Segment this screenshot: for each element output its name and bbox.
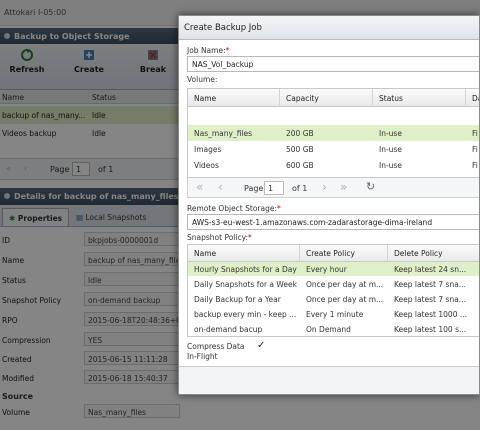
next-page-icon[interactable]: ›: [322, 180, 327, 194]
volume-status: In-use: [379, 145, 402, 154]
required-mark: *: [225, 46, 230, 55]
compress-checkbox[interactable]: ✓: [257, 341, 267, 351]
policy-name[interactable]: Hourly Snapshots for a Day: [188, 262, 300, 276]
volume-status: In-use: [379, 161, 402, 170]
label-text: Snapshot Policy:: [187, 233, 248, 242]
page-of: of 1: [292, 184, 308, 193]
volume-name[interactable]: Nas_many_files: [188, 126, 252, 140]
last-page-icon[interactable]: »: [340, 180, 347, 194]
volume-date: Fi: [472, 129, 478, 138]
remote-storage-label: Remote Object Storage:*: [187, 204, 281, 213]
policy-delete: Keep latest 100 s...: [394, 325, 467, 334]
volume-capacity: 200 GB: [286, 129, 314, 138]
job-name-input[interactable]: NAS_Vol_backup: [187, 56, 479, 72]
refresh-icon[interactable]: ↻: [366, 180, 375, 193]
volume-name[interactable]: Videos: [188, 158, 219, 172]
volume-capacity: 600 GB: [286, 161, 314, 170]
policy-create: Every hour: [306, 265, 347, 274]
col-capacity[interactable]: Capacity: [280, 89, 373, 107]
policy-delete: Keep latest 7 sna...: [394, 280, 466, 289]
col-status[interactable]: Status: [373, 89, 466, 107]
col-create-policy[interactable]: Create Policy: [300, 245, 388, 262]
required-mark: *: [248, 233, 252, 242]
policy-create: Once per day at m...: [306, 295, 384, 304]
policy-grid: Name Create Policy Delete Policy Hourly …: [187, 244, 479, 337]
policy-name[interactable]: on-demand bacup: [188, 322, 300, 336]
volume-date: Fi: [472, 145, 478, 154]
remote-storage-input[interactable]: AWS-s3-eu-west-1.amazonaws.com-zadarasto…: [187, 214, 479, 230]
dialog-title: Create Backup Job: [179, 16, 479, 40]
compress-label: Compress Data In-Flight: [187, 342, 245, 361]
col-delete-policy[interactable]: Delete Policy: [388, 245, 479, 262]
job-name-label: Job Name:*: [187, 46, 229, 55]
label-text: Job Name:: [187, 46, 226, 55]
volume-name[interactable]: Images: [188, 142, 221, 156]
col-name[interactable]: Name: [188, 245, 300, 262]
volume-capacity: 500 GB: [286, 145, 314, 154]
policy-delete: Keep latest 7 sna...: [394, 295, 466, 304]
policy-delete: Keep latest 1000 ...: [394, 310, 468, 319]
snapshot-policy-label: Snapshot Policy:*: [187, 233, 252, 242]
required-mark: *: [277, 204, 281, 213]
col-date[interactable]: Da: [466, 89, 479, 107]
volume-pager: « ‹ Page 1 of 1 › » ↻: [187, 178, 479, 198]
volume-status: In-use: [379, 129, 402, 138]
page-input[interactable]: 1: [264, 181, 284, 195]
policy-name[interactable]: backup every min - keep ...: [188, 307, 300, 321]
volume-date: Fi: [472, 161, 478, 170]
policy-name[interactable]: Daily Backup for a Year: [188, 292, 300, 306]
policy-create: On Demand: [306, 325, 351, 334]
label-text: Remote Object Storage:: [187, 204, 278, 213]
policy-create: Once per day at m...: [306, 280, 384, 289]
create-backup-job-dialog: Create Backup Job Job Name:* NAS_Vol_bac…: [178, 15, 480, 395]
volume-label: Volume:: [187, 75, 218, 84]
page-label: Page: [244, 184, 264, 193]
first-page-icon[interactable]: «: [196, 180, 203, 194]
policy-create: Every 1 minute: [306, 310, 364, 319]
prev-page-icon[interactable]: ‹: [218, 180, 223, 194]
dialog-footer: [179, 366, 479, 394]
col-name[interactable]: Name: [188, 89, 280, 107]
policy-delete: Keep latest 24 sn...: [394, 265, 467, 274]
policy-name[interactable]: Daily Snapshots for a Week: [188, 277, 300, 291]
volume-grid: Name Capacity Status Da Nas_many_files 2…: [187, 88, 479, 178]
